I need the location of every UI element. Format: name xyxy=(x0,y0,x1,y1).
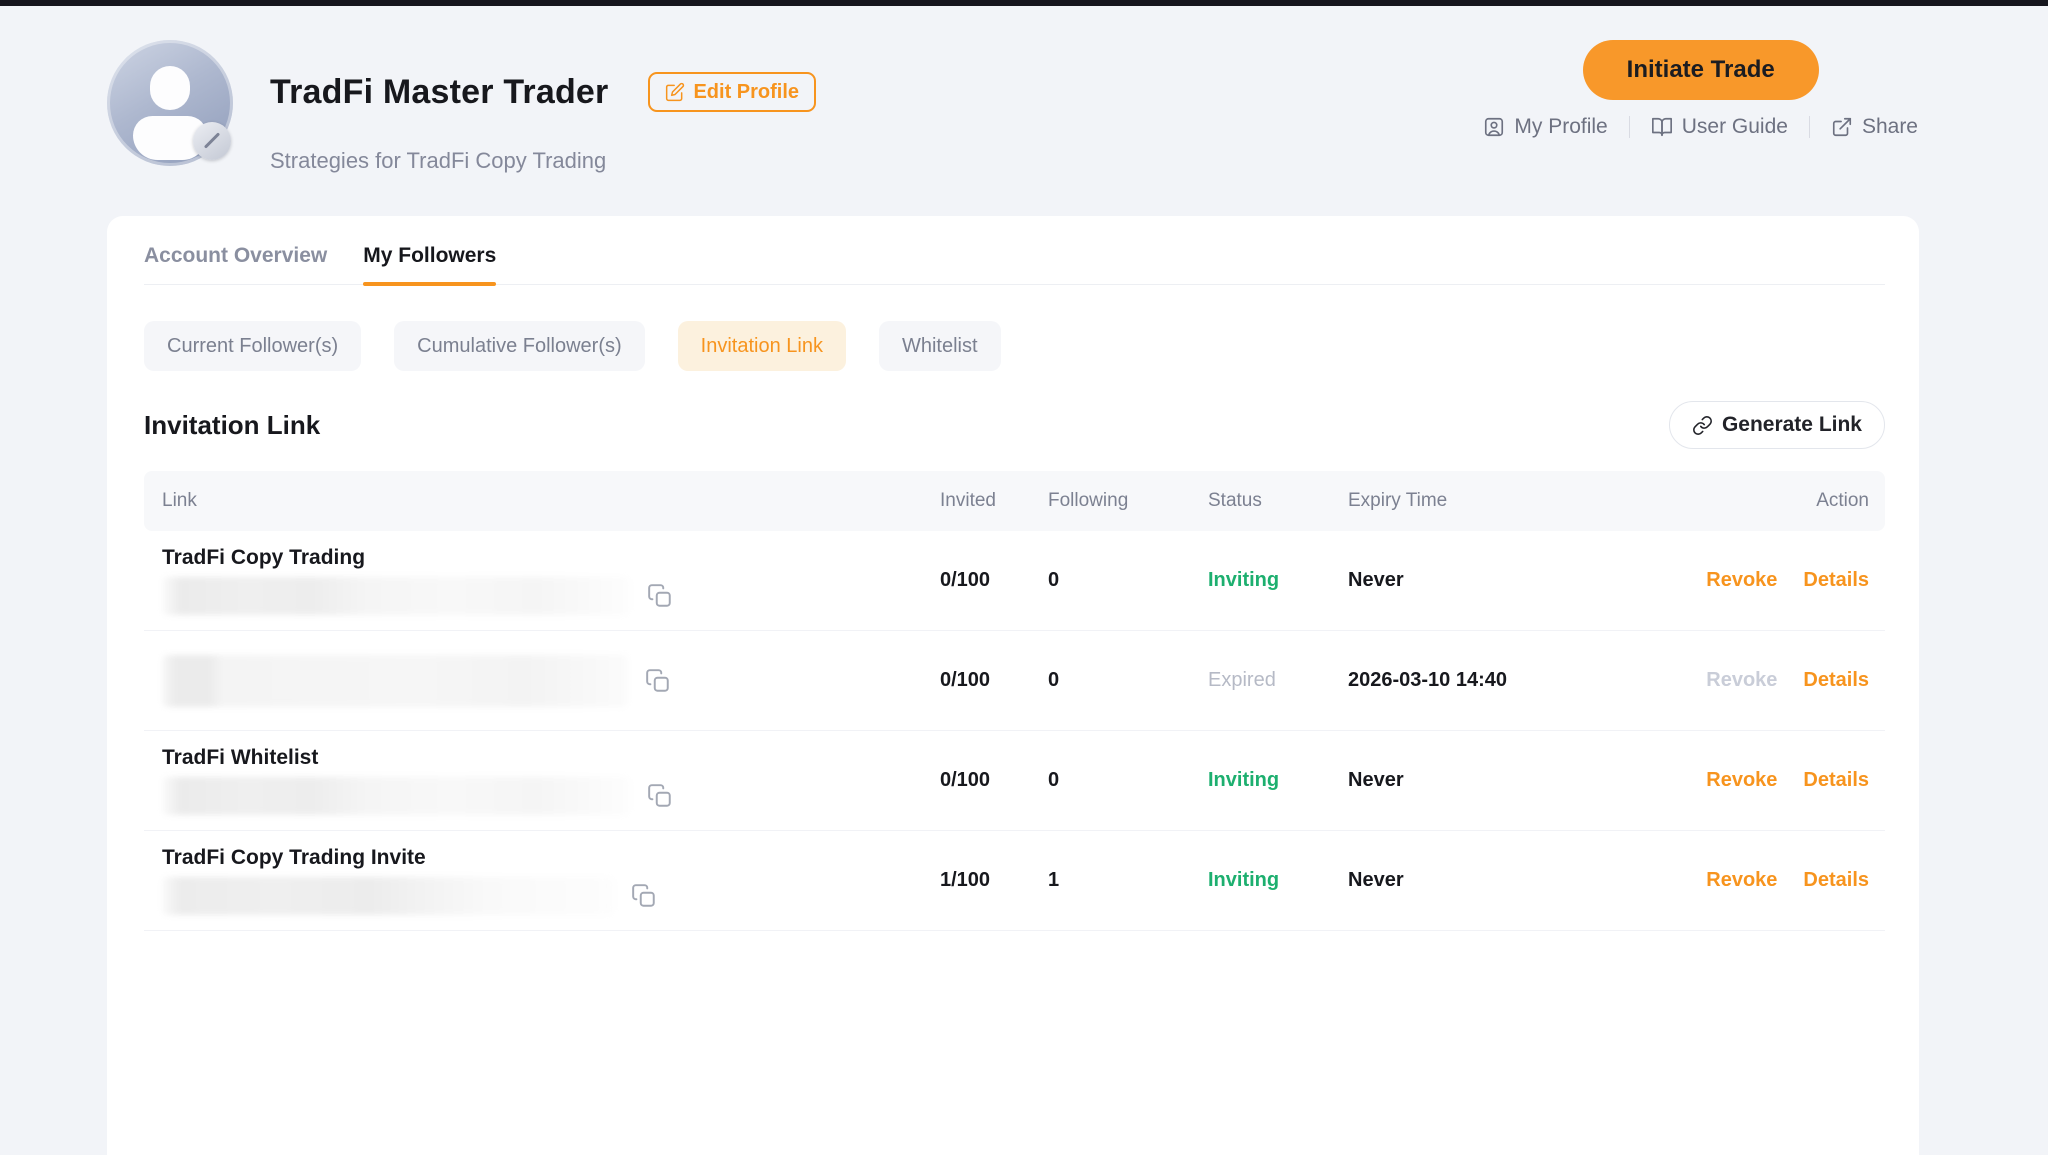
redacted-link-url xyxy=(162,777,630,815)
external-link-icon xyxy=(1831,116,1853,138)
chain-link-icon xyxy=(1692,415,1713,436)
table-row: TradFi Copy Trading 0/100 0 Inviting Nev… xyxy=(144,531,1885,631)
filter-cumulative-followers[interactable]: Cumulative Follower(s) xyxy=(394,321,645,371)
filter-whitelist[interactable]: Whitelist xyxy=(879,321,1001,371)
id-card-icon xyxy=(1483,116,1505,138)
following-cell: 0 xyxy=(1048,769,1208,792)
revoke-link: Revoke xyxy=(1706,669,1777,692)
following-cell: 1 xyxy=(1048,869,1208,892)
initiate-trade-button[interactable]: Initiate Trade xyxy=(1583,40,1819,100)
status-cell: Expired xyxy=(1208,669,1348,692)
generate-link-button[interactable]: Generate Link xyxy=(1669,401,1885,449)
table-row: TradFi Copy Trading Invite 1/100 1 Invit… xyxy=(144,831,1885,931)
content-card: Account Overview My Followers Current Fo… xyxy=(107,216,1919,1155)
following-cell: 0 xyxy=(1048,669,1208,692)
revoke-link[interactable]: Revoke xyxy=(1706,569,1777,592)
expiry-cell: Never xyxy=(1348,869,1633,892)
details-link[interactable]: Details xyxy=(1803,869,1869,892)
column-link: Link xyxy=(144,490,928,512)
copy-icon[interactable] xyxy=(647,583,673,609)
invited-cell: 1/100 xyxy=(928,869,1048,892)
invited-cell: 0/100 xyxy=(928,769,1048,792)
follower-filters: Current Follower(s) Cumulative Follower(… xyxy=(144,321,1885,371)
table-row: TradFi Whitelist 0/100 0 Inviting Never … xyxy=(144,731,1885,831)
expiry-cell: 2026-03-10 14:40 xyxy=(1348,669,1633,692)
redacted-link-url xyxy=(162,577,630,615)
details-link[interactable]: Details xyxy=(1803,769,1869,792)
share-label: Share xyxy=(1862,115,1918,139)
profile-header: TradFi Master Trader Edit Profile Strate… xyxy=(0,6,2048,174)
following-cell: 0 xyxy=(1048,569,1208,592)
revoke-link[interactable]: Revoke xyxy=(1706,869,1777,892)
tab-my-followers[interactable]: My Followers xyxy=(363,244,496,284)
column-action: Action xyxy=(1633,490,1885,512)
status-cell: Inviting xyxy=(1208,869,1348,892)
avatar-edit-badge-icon xyxy=(193,122,231,160)
my-profile-link[interactable]: My Profile xyxy=(1483,115,1607,139)
edit-profile-label: Edit Profile xyxy=(693,81,799,104)
link-name: TradFi Copy Trading xyxy=(162,546,365,570)
expiry-cell: Never xyxy=(1348,769,1633,792)
column-status: Status xyxy=(1208,490,1348,512)
expiry-cell: Never xyxy=(1348,569,1633,592)
book-icon xyxy=(1651,116,1673,138)
filter-invitation-link[interactable]: Invitation Link xyxy=(678,321,846,371)
edit-profile-button[interactable]: Edit Profile xyxy=(648,72,816,112)
user-guide-link[interactable]: User Guide xyxy=(1651,115,1788,139)
table-body: TradFi Copy Trading 0/100 0 Inviting Nev… xyxy=(144,531,1885,931)
column-expiry: Expiry Time xyxy=(1348,490,1633,512)
tabs: Account Overview My Followers xyxy=(144,216,1885,285)
table-header: Link Invited Following Status Expiry Tim… xyxy=(144,471,1885,531)
divider xyxy=(1629,116,1630,138)
quick-links: My Profile User Guide Share xyxy=(1483,115,1918,139)
user-guide-label: User Guide xyxy=(1682,115,1788,139)
invitation-link-table: Link Invited Following Status Expiry Tim… xyxy=(144,471,1885,931)
avatar-person-icon xyxy=(150,66,190,110)
copy-icon[interactable] xyxy=(645,668,671,694)
tab-account-overview[interactable]: Account Overview xyxy=(144,244,327,284)
filter-current-followers[interactable]: Current Follower(s) xyxy=(144,321,361,371)
details-link[interactable]: Details xyxy=(1803,569,1869,592)
link-name: TradFi Copy Trading Invite xyxy=(162,846,426,870)
avatar xyxy=(107,40,233,166)
redacted-link-url xyxy=(162,877,614,915)
copy-icon[interactable] xyxy=(631,883,657,909)
section-title: Invitation Link xyxy=(144,410,320,441)
page-title: TradFi Master Trader xyxy=(270,73,608,112)
revoke-link[interactable]: Revoke xyxy=(1706,769,1777,792)
edit-icon xyxy=(665,82,685,102)
my-profile-label: My Profile xyxy=(1514,115,1607,139)
table-row: 0/100 0 Expired 2026-03-10 14:40 Revoke … xyxy=(144,631,1885,731)
column-invited: Invited xyxy=(928,490,1048,512)
generate-link-label: Generate Link xyxy=(1722,413,1862,437)
divider xyxy=(1809,116,1810,138)
share-link[interactable]: Share xyxy=(1831,115,1918,139)
invited-cell: 0/100 xyxy=(928,569,1048,592)
status-cell: Inviting xyxy=(1208,769,1348,792)
profile-subtitle: Strategies for TradFi Copy Trading xyxy=(270,148,816,174)
redacted-link-url xyxy=(162,655,628,707)
invited-cell: 0/100 xyxy=(928,669,1048,692)
column-following: Following xyxy=(1048,490,1208,512)
copy-icon[interactable] xyxy=(647,783,673,809)
details-link[interactable]: Details xyxy=(1803,669,1869,692)
status-cell: Inviting xyxy=(1208,569,1348,592)
link-name: TradFi Whitelist xyxy=(162,746,318,770)
